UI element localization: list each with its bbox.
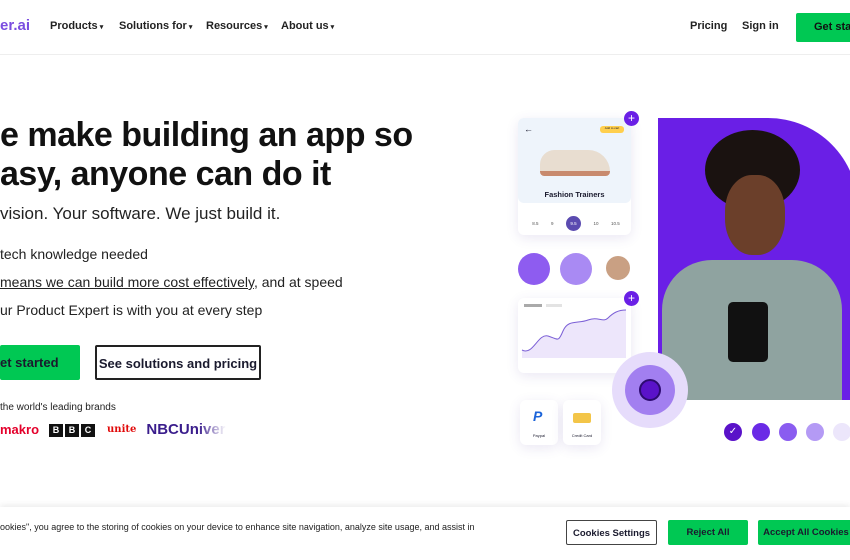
- bullet-text: , and at speed: [253, 274, 343, 290]
- size-option[interactable]: 8.5: [532, 221, 538, 226]
- headline-line-2: asy, anyone can do it: [0, 155, 331, 193]
- credit-card-option[interactable]: Credit Card: [563, 400, 601, 445]
- nav-label: Solutions for: [119, 20, 187, 32]
- subtitle: vision. Your software. We just build it.: [0, 204, 281, 223]
- bullet-3: ur Product Expert is with you at every s…: [0, 302, 262, 318]
- sneaker-image: [540, 150, 610, 176]
- chart-tab: [546, 304, 562, 307]
- bullet-text: ur Product Expert is with you at every s…: [0, 302, 263, 318]
- nav-pricing[interactable]: Pricing: [690, 20, 727, 32]
- phone: [728, 302, 768, 362]
- chart-tab: [524, 304, 542, 307]
- chevron-down-icon: ▾: [330, 24, 335, 31]
- step-dot: [779, 423, 797, 441]
- step-dot: [806, 423, 824, 441]
- nav-label: About us: [281, 20, 329, 32]
- get-started-button[interactable]: et started: [0, 345, 80, 380]
- credit-card-icon: [573, 413, 591, 423]
- chevron-down-icon: ▾: [264, 24, 268, 31]
- cookie-text: ookies", you agree to the storing of coo…: [0, 522, 475, 532]
- unite-logo: unite: [107, 423, 137, 435]
- hero-illustration: ← Add to cart Fashion Trainers 8.5 9 9.5 …: [500, 100, 850, 460]
- paypal-icon: P: [533, 408, 543, 424]
- step-dot: [752, 423, 770, 441]
- chart-area: [522, 310, 626, 358]
- accept-all-cookies-button[interactable]: Accept All Cookies: [758, 520, 850, 545]
- size-selector: 8.5 9 9.5 10 10.5: [526, 216, 626, 231]
- plus-icon[interactable]: +: [624, 111, 639, 126]
- paypal-label: Paypal: [532, 433, 546, 438]
- logo[interactable]: er.ai: [0, 17, 30, 34]
- back-arrow-icon[interactable]: ←: [524, 124, 533, 134]
- brand-logos: makro BBC unite NBCUniver: [0, 420, 226, 438]
- nav-signin[interactable]: Sign in: [742, 20, 779, 32]
- size-option[interactable]: 10.5: [611, 221, 620, 226]
- line-chart: [521, 304, 627, 358]
- nav-about[interactable]: About us ▾: [281, 20, 334, 32]
- person-face: [725, 175, 785, 255]
- see-solutions-button[interactable]: See solutions and pricing: [95, 345, 261, 380]
- plus-icon[interactable]: +: [624, 291, 639, 306]
- bell-icon: [518, 253, 550, 285]
- step-dot: [833, 423, 850, 441]
- bullet-text: tech knowledge needed: [0, 246, 148, 262]
- headline-line-1: e make building an app so: [0, 116, 413, 154]
- chevron-down-icon: ▾: [99, 24, 104, 31]
- chart-card: [518, 298, 631, 373]
- cookie-banner: ookies", you agree to the storing of coo…: [0, 507, 850, 560]
- add-to-cart-badge[interactable]: Add to cart: [600, 126, 624, 133]
- cookies-settings-button[interactable]: Cookies Settings: [566, 520, 657, 545]
- size-option[interactable]: 10: [593, 221, 598, 226]
- check-icon: ✓: [724, 423, 742, 441]
- nbcuniversal-logo: NBCUniver: [146, 420, 226, 438]
- bbc-logo: BBC: [49, 420, 97, 438]
- bullet-2: means we can build more cost effectively…: [0, 274, 343, 290]
- chevron-down-icon: ▾: [188, 24, 193, 31]
- credit-card-label: Credit Card: [571, 433, 593, 438]
- size-option[interactable]: 9: [551, 221, 554, 226]
- nav-label: Resources: [206, 20, 263, 32]
- reject-all-button[interactable]: Reject All: [668, 520, 748, 545]
- brands-label: the world's leading brands: [0, 402, 116, 413]
- bullet-1: tech knowledge needed: [0, 246, 148, 262]
- product-title: Fashion Trainers: [544, 190, 605, 199]
- nav-products[interactable]: Products ▾: [50, 20, 103, 32]
- nav-resources[interactable]: Resources ▾: [206, 20, 268, 32]
- bullet-link[interactable]: means we can build more cost effectively: [0, 274, 254, 290]
- size-option-selected[interactable]: 9.5: [565, 216, 581, 231]
- paypal-option[interactable]: P Paypal: [520, 400, 558, 445]
- makro-logo: makro: [0, 421, 40, 437]
- gear-icon: [560, 253, 592, 285]
- get-started-nav-button[interactable]: Get start: [796, 13, 850, 42]
- top-nav: er.ai Products ▾ Solutions for ▾ Resources…: [0, 0, 850, 55]
- avatar: [603, 253, 633, 283]
- nav-solutions[interactable]: Solutions for ▾: [119, 20, 192, 32]
- target-circle-inner: [639, 379, 661, 401]
- nav-label: Products: [50, 20, 98, 32]
- product-card: ← Add to cart Fashion Trainers 8.5 9 9.5 …: [518, 118, 631, 235]
